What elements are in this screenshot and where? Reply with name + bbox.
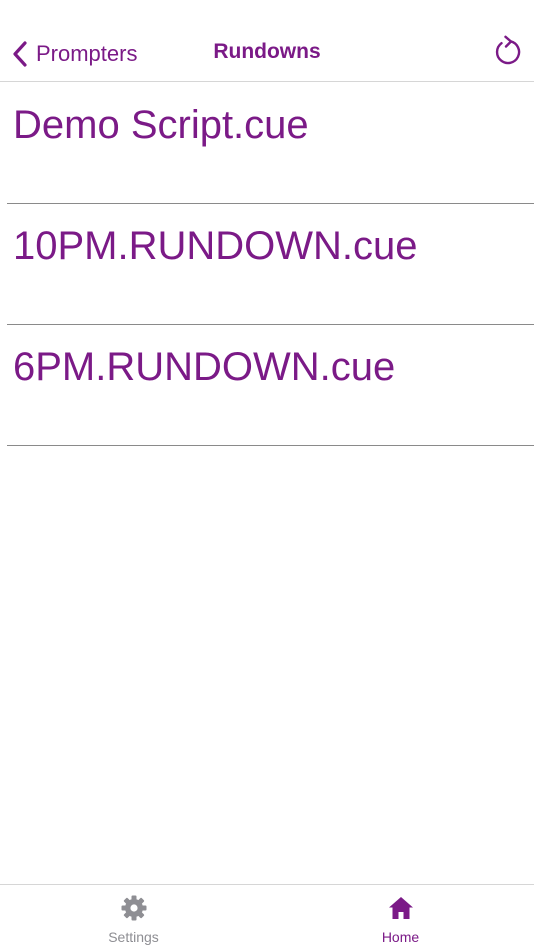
rundown-file-name: 6PM.RUNDOWN.cue [13, 345, 396, 389]
tab-label: Settings [108, 929, 159, 945]
back-button[interactable]: Prompters [10, 38, 137, 70]
tab-home[interactable]: Home [267, 885, 534, 950]
back-button-label: Prompters [36, 41, 138, 66]
home-icon [386, 893, 416, 923]
refresh-icon [492, 35, 522, 72]
tab-settings[interactable]: Settings [0, 885, 267, 950]
rundown-file-name: Demo Script.cue [13, 103, 309, 147]
separator [7, 445, 534, 446]
navigation-bar: Prompters Rundowns [0, 0, 534, 82]
chevron-left-icon [10, 39, 30, 69]
gear-icon [119, 893, 149, 923]
rundown-file-name: 10PM.RUNDOWN.cue [13, 224, 418, 268]
refresh-button[interactable] [490, 35, 524, 72]
app-screen: Prompters Rundowns Demo Script.cue 10PM.… [0, 0, 534, 950]
list-item[interactable]: Demo Script.cue [0, 83, 534, 204]
tab-bar: Settings Home [0, 884, 534, 950]
list-item[interactable]: 10PM.RUNDOWN.cue [0, 204, 534, 325]
tab-label: Home [381, 929, 420, 945]
list-item[interactable]: 6PM.RUNDOWN.cue [0, 325, 534, 446]
rundown-list: Demo Script.cue 10PM.RUNDOWN.cue 6PM.RUN… [0, 83, 534, 446]
